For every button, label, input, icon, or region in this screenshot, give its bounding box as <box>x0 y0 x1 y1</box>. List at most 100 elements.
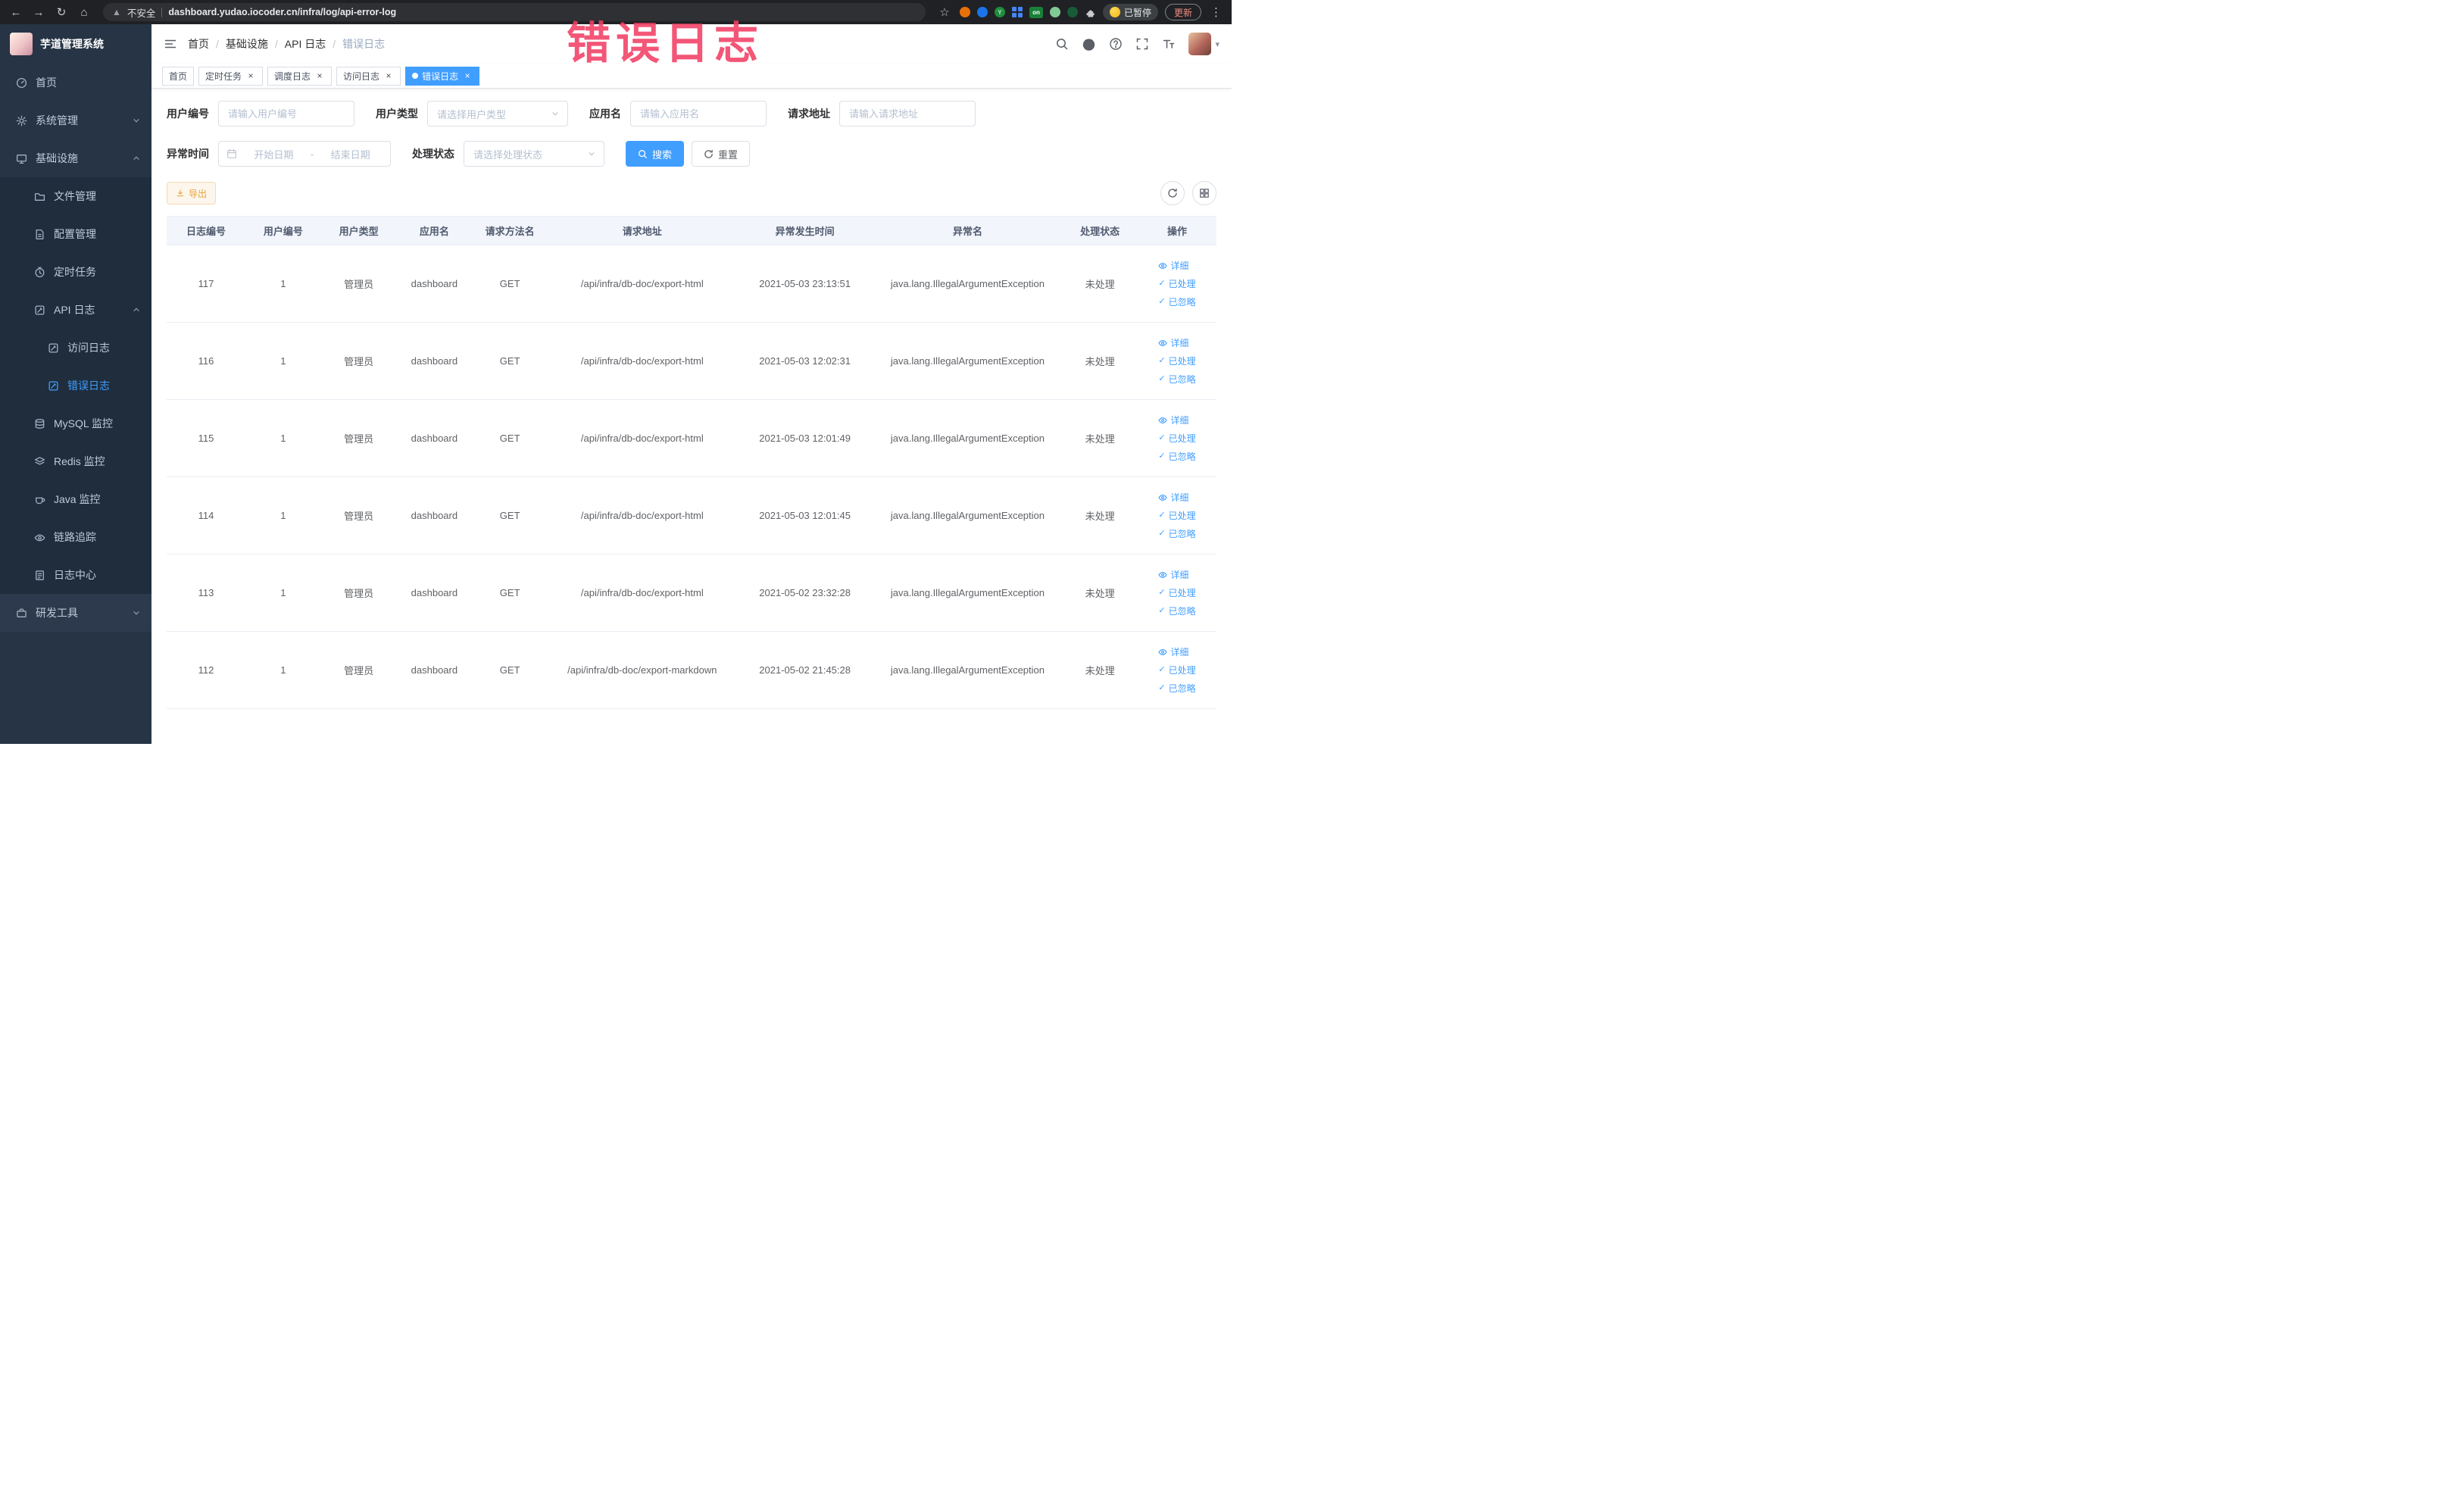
sidebar-item-redis-monitor[interactable]: Redis 监控 <box>0 442 151 480</box>
sidebar-item-system[interactable]: 系统管理 <box>0 102 151 139</box>
app-name-input[interactable] <box>630 101 767 127</box>
browser-menu-icon[interactable]: ⋮ <box>1208 5 1224 19</box>
sidebar-item-java-monitor[interactable]: Java 监控 <box>0 480 151 518</box>
tab-error-log[interactable]: 错误日志 × <box>405 66 480 86</box>
mark-ignored-link[interactable]: ✓ 已忽略 <box>1158 450 1195 463</box>
mark-processed-link[interactable]: ✓ 已处理 <box>1158 509 1195 522</box>
extension-icon-blue[interactable] <box>976 7 988 17</box>
user-menu[interactable]: ▾ <box>1188 33 1220 55</box>
paused-profile-button[interactable]: 已暂停 <box>1102 4 1158 20</box>
cell-user-id: 1 <box>245 631 321 709</box>
mark-ignored-link[interactable]: ✓ 已忽略 <box>1158 373 1195 386</box>
mark-ignored-link[interactable]: ✓ 已忽略 <box>1158 682 1195 695</box>
sidebar-item-api-log[interactable]: API 日志 <box>0 291 151 329</box>
extension-icon-orange[interactable] <box>959 7 970 17</box>
extension-icon-leaf[interactable] <box>1049 7 1060 17</box>
filter-row-2: 异常时间 开始日期 - 结束日期 处理状态 请选择处理状态 搜索 重置 <box>167 141 1216 167</box>
tab-schedule-log[interactable]: 调度日志 × <box>267 66 333 86</box>
github-icon[interactable] <box>1082 37 1096 52</box>
detail-link[interactable]: 详细 <box>1158 414 1188 426</box>
filter-process-status: 处理状态 请选择处理状态 <box>412 141 604 167</box>
extension-icon-pine[interactable] <box>1066 7 1078 17</box>
mark-processed-link[interactable]: ✓ 已处理 <box>1158 277 1195 290</box>
detail-link[interactable]: 详细 <box>1158 336 1188 349</box>
close-icon[interactable]: × <box>314 70 325 81</box>
sidebar-item-access-log[interactable]: 访问日志 <box>0 329 151 367</box>
sidebar-item-infra[interactable]: 基础设施 <box>0 139 151 177</box>
tab-access-log[interactable]: 访问日志 × <box>336 66 401 86</box>
reload-icon[interactable]: ↻ <box>53 5 70 19</box>
sidebar-item-trace[interactable]: 链路追踪 <box>0 518 151 556</box>
browser-extensions: ☆ Y on 已暂停 更新 ⋮ <box>936 4 1224 20</box>
mark-processed-link[interactable]: ✓ 已处理 <box>1158 586 1195 599</box>
bookmark-star-icon[interactable]: ☆ <box>936 5 953 19</box>
close-icon[interactable]: × <box>245 70 256 81</box>
monitor-icon <box>15 152 27 164</box>
sidebar-item-dev-tools[interactable]: 研发工具 <box>0 594 151 632</box>
sidebar-item-scheduled-jobs[interactable]: 定时任务 <box>0 253 151 291</box>
forward-icon[interactable]: → <box>30 6 47 19</box>
close-icon[interactable]: × <box>462 70 473 81</box>
sidebar-item-log-center[interactable]: 日志中心 <box>0 556 151 594</box>
sidebar-item-config-management[interactable]: 配置管理 <box>0 215 151 253</box>
sidebar-item-error-log[interactable]: 错误日志 <box>0 367 151 405</box>
detail-link[interactable]: 详细 <box>1158 491 1188 504</box>
user-type-select[interactable]: 请选择用户类型 <box>427 101 568 127</box>
update-button[interactable]: 更新 <box>1164 4 1201 20</box>
cell-app-name: dashboard <box>396 554 473 632</box>
table-row: 114 1 管理员 dashboard GET /api/infra/db-do… <box>167 476 1216 555</box>
url-text[interactable]: dashboard.yudao.iocoder.cn/infra/log/api… <box>168 7 396 17</box>
close-icon[interactable]: × <box>383 70 394 81</box>
breadcrumb-api-log[interactable]: API 日志 <box>285 36 326 52</box>
cell-request-url: /api/infra/db-doc/export-html <box>548 476 737 555</box>
mark-processed-link[interactable]: ✓ 已处理 <box>1158 355 1195 367</box>
main-panel: 首页 / 基础设施 / API 日志 / 错误日志 ▾ 首页 定时任务 × 调度… <box>151 24 1232 744</box>
sidebar: 芋道管理系统 首页 系统管理 基础设施 文件管理 配置管理 定时任务 API 日… <box>0 24 151 744</box>
detail-link[interactable]: 详细 <box>1158 568 1188 581</box>
breadcrumb-home[interactable]: 首页 <box>188 36 209 52</box>
layers-icon <box>33 455 45 467</box>
request-url-input[interactable] <box>839 101 976 127</box>
security-label[interactable]: 不安全 <box>127 5 156 20</box>
refresh-icon-button[interactable] <box>1160 181 1185 205</box>
cell-method: GET <box>472 554 548 632</box>
breadcrumb-current: 错误日志 <box>342 38 386 50</box>
header-log-id: 日志编号 <box>167 216 245 245</box>
process-status-select[interactable]: 请选择处理状态 <box>464 141 604 167</box>
puzzle-icon[interactable] <box>1085 7 1096 18</box>
breadcrumb-infra[interactable]: 基础设施 <box>226 36 268 52</box>
reset-button[interactable]: 重置 <box>692 141 751 167</box>
tab-home[interactable]: 首页 <box>162 66 195 86</box>
sidebar-item-home[interactable]: 首页 <box>0 64 151 102</box>
mark-ignored-link[interactable]: ✓ 已忽略 <box>1158 604 1195 617</box>
sidebar-item-file-management[interactable]: 文件管理 <box>0 177 151 215</box>
edit-square-icon <box>33 304 45 316</box>
search-button[interactable]: 搜索 <box>626 141 685 167</box>
chevron-down-icon <box>551 109 560 118</box>
back-icon[interactable]: ← <box>8 6 24 19</box>
export-button[interactable]: 导出 <box>167 182 217 205</box>
address-bar[interactable]: ▲ 不安全 dashboard.yudao.iocoder.cn/infra/l… <box>103 3 926 21</box>
search-icon[interactable] <box>1055 37 1069 51</box>
home-icon[interactable]: ⌂ <box>76 6 92 19</box>
tab-scheduled-jobs[interactable]: 定时任务 × <box>198 66 264 86</box>
start-date-placeholder: 开始日期 <box>254 148 294 161</box>
date-range-picker[interactable]: 开始日期 - 结束日期 <box>218 141 391 167</box>
extension-icon-grid[interactable] <box>1011 7 1023 17</box>
column-settings-icon-button[interactable] <box>1192 181 1216 205</box>
sidebar-item-mysql-monitor[interactable]: MySQL 监控 <box>0 405 151 442</box>
logo[interactable]: 芋道管理系统 <box>0 24 151 64</box>
detail-link[interactable]: 详细 <box>1158 645 1188 658</box>
hamburger-icon[interactable] <box>164 37 177 51</box>
font-size-icon[interactable] <box>1162 37 1176 51</box>
mark-ignored-link[interactable]: ✓ 已忽略 <box>1158 527 1195 540</box>
extension-icon-green[interactable]: Y <box>994 7 1005 17</box>
user-id-input[interactable] <box>218 101 354 127</box>
mark-processed-link[interactable]: ✓ 已处理 <box>1158 664 1195 676</box>
mark-processed-link[interactable]: ✓ 已处理 <box>1158 432 1195 445</box>
help-icon[interactable] <box>1109 37 1123 51</box>
fullscreen-icon[interactable] <box>1135 37 1149 51</box>
detail-link[interactable]: 详细 <box>1158 259 1188 272</box>
extension-on-badge[interactable]: on <box>1029 6 1043 18</box>
mark-ignored-link[interactable]: ✓ 已忽略 <box>1158 295 1195 308</box>
